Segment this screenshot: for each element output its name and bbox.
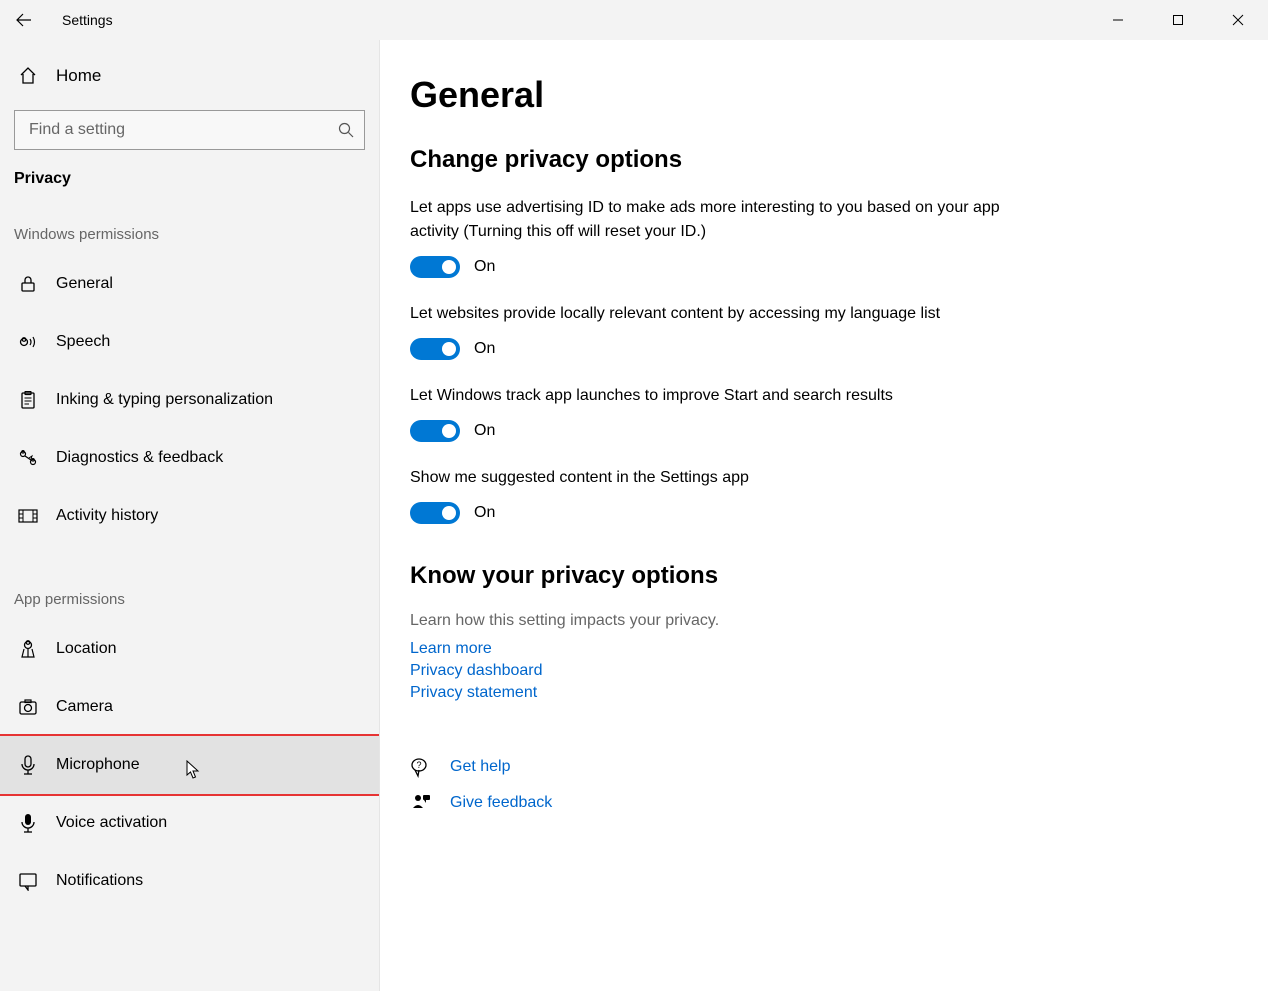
setting-language-list: Let websites provide locally relevant co…	[410, 302, 1030, 360]
setting-advertising-id: Let apps use advertising ID to make ads …	[410, 196, 1030, 278]
sidebar-item-label: Voice activation	[56, 814, 167, 832]
search-icon	[338, 122, 354, 138]
link-privacy-dashboard[interactable]: Privacy dashboard	[410, 662, 1268, 680]
section-subtext: Learn how this setting impacts your priv…	[410, 612, 1268, 630]
sidebar-item-speech[interactable]: Speech	[0, 313, 379, 371]
voice-icon	[18, 813, 38, 833]
toggle-app-launches[interactable]	[410, 420, 460, 442]
close-button[interactable]	[1208, 0, 1268, 40]
page-title: General	[410, 74, 1268, 116]
sidebar-item-label: Activity history	[56, 507, 158, 525]
sidebar-item-label: Microphone	[56, 756, 140, 774]
sidebar-item-activity-history[interactable]: Activity history	[0, 487, 379, 545]
link-learn-more[interactable]: Learn more	[410, 640, 1268, 658]
camera-icon	[18, 697, 38, 717]
maximize-icon	[1172, 14, 1184, 26]
toggle-language-list[interactable]	[410, 338, 460, 360]
setting-suggested-content: Show me suggested content in the Setting…	[410, 466, 1030, 524]
speech-icon	[18, 332, 38, 352]
toggle-suggested-content[interactable]	[410, 502, 460, 524]
link-privacy-statement[interactable]: Privacy statement	[410, 684, 1268, 702]
link-get-help[interactable]: Get help	[450, 758, 510, 776]
minimize-icon	[1112, 14, 1124, 26]
section-header-app-permissions: App permissions	[0, 581, 379, 620]
sidebar-item-voice-activation[interactable]: Voice activation	[0, 794, 379, 852]
sidebar-item-label: Diagnostics & feedback	[56, 449, 223, 467]
sidebar-item-label: Notifications	[56, 872, 143, 890]
category-title: Privacy	[0, 164, 379, 216]
toggle-state-label: On	[474, 504, 495, 522]
maximize-button[interactable]	[1148, 0, 1208, 40]
toggle-knob	[442, 424, 456, 438]
section-header-windows-permissions: Windows permissions	[0, 216, 379, 255]
main-panel: General Change privacy options Let apps …	[380, 40, 1268, 991]
mouse-cursor-icon	[186, 760, 200, 780]
section-title-privacy-options: Change privacy options	[410, 146, 1268, 174]
search-box[interactable]	[14, 110, 365, 150]
sidebar-item-inking[interactable]: Inking & typing personalization	[0, 371, 379, 429]
toggle-advertising-id[interactable]	[410, 256, 460, 278]
sidebar-item-notifications[interactable]: Notifications	[0, 852, 379, 910]
lock-icon	[18, 274, 38, 294]
setting-label: Let apps use advertising ID to make ads …	[410, 196, 1030, 244]
sidebar-item-label: Camera	[56, 698, 113, 716]
sidebar-item-microphone[interactable]: Microphone	[0, 736, 379, 794]
close-icon	[1232, 14, 1244, 26]
setting-label: Let Windows track app launches to improv…	[410, 384, 1030, 408]
toggle-knob	[442, 260, 456, 274]
toggle-knob	[442, 506, 456, 520]
toggle-knob	[442, 342, 456, 356]
app-title: Settings	[62, 12, 113, 28]
titlebar: Settings	[0, 0, 1268, 40]
sidebar-item-label: General	[56, 275, 113, 293]
history-icon	[18, 506, 38, 526]
setting-label: Show me suggested content in the Setting…	[410, 466, 1030, 490]
back-button[interactable]	[14, 10, 34, 30]
home-label: Home	[56, 66, 101, 86]
sidebar: Home Privacy Windows permissions General…	[0, 40, 380, 991]
notifications-icon	[18, 871, 38, 891]
toggle-state-label: On	[474, 340, 495, 358]
clipboard-icon	[18, 390, 38, 410]
search-input[interactable]	[29, 121, 338, 139]
help-icon: ?	[410, 756, 432, 778]
diagnostics-icon	[18, 448, 38, 468]
sidebar-item-general[interactable]: General	[0, 255, 379, 313]
svg-text:?: ?	[416, 760, 421, 770]
feedback-icon	[410, 792, 432, 814]
setting-app-launches: Let Windows track app launches to improv…	[410, 384, 1030, 442]
sidebar-item-label: Location	[56, 640, 117, 658]
minimize-button[interactable]	[1088, 0, 1148, 40]
sidebar-item-diagnostics[interactable]: Diagnostics & feedback	[0, 429, 379, 487]
home-icon	[18, 66, 38, 86]
setting-label: Let websites provide locally relevant co…	[410, 302, 1030, 326]
location-icon	[18, 639, 38, 659]
sidebar-item-camera[interactable]: Camera	[0, 678, 379, 736]
microphone-icon	[18, 755, 38, 775]
toggle-state-label: On	[474, 422, 495, 440]
back-arrow-icon	[16, 12, 32, 28]
sidebar-item-label: Speech	[56, 333, 110, 351]
sidebar-item-label: Inking & typing personalization	[56, 391, 273, 409]
link-give-feedback[interactable]: Give feedback	[450, 794, 552, 812]
section-title-know-privacy: Know your privacy options	[410, 562, 1268, 590]
sidebar-item-location[interactable]: Location	[0, 620, 379, 678]
toggle-state-label: On	[474, 258, 495, 276]
sidebar-home[interactable]: Home	[0, 52, 379, 100]
